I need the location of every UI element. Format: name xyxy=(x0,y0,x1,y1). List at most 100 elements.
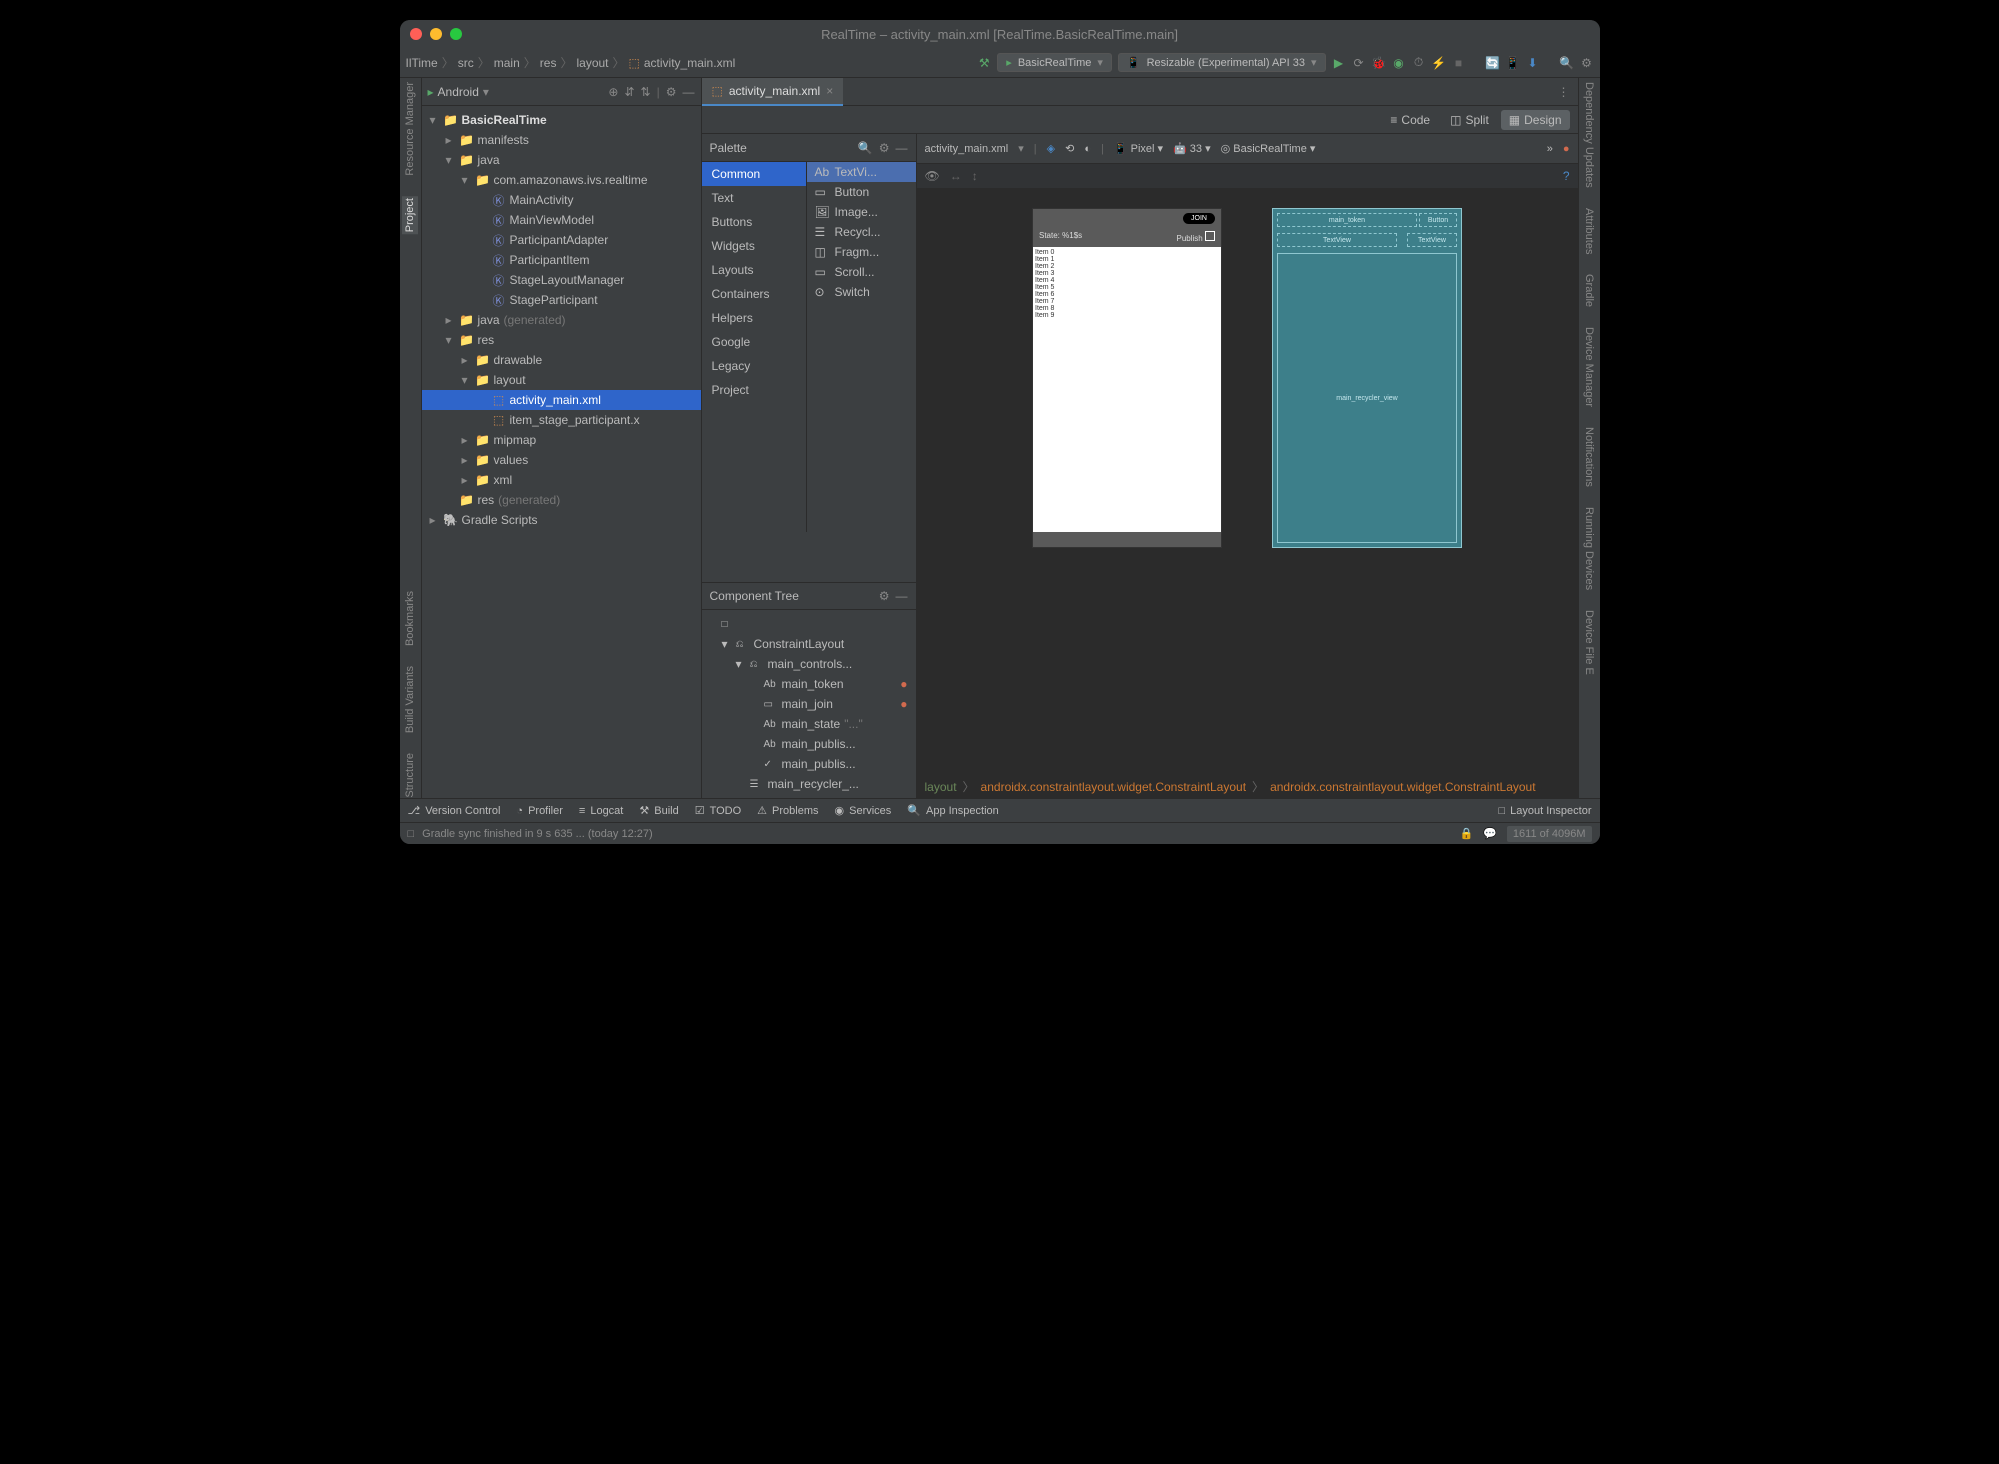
notification-icon[interactable]: 💬 xyxy=(1483,827,1497,840)
component-tree-row[interactable]: Abmain_publis... xyxy=(702,734,916,754)
lock-icon[interactable]: 🔒 xyxy=(1460,827,1474,840)
palette-category[interactable]: Common xyxy=(702,162,806,186)
tree-row[interactable]: ⓀStageLayoutManager xyxy=(422,270,701,290)
palette-category[interactable]: Project xyxy=(702,378,806,402)
component-tree-row[interactable]: ☰main_recycler_... xyxy=(702,774,916,794)
breadcrumb-project[interactable]: IlTime xyxy=(406,56,438,70)
attach-icon[interactable]: ⚡ xyxy=(1432,56,1446,70)
palette-item[interactable]: ⊙Switch xyxy=(807,282,916,302)
tree-row[interactable]: ⓀStageParticipant xyxy=(422,290,701,310)
profiler-tab[interactable]: ◔Profiler xyxy=(516,805,563,817)
apply-changes-icon[interactable]: ⟳ xyxy=(1352,56,1366,70)
palette-search-icon[interactable]: 🔍 xyxy=(858,141,873,155)
palette-category[interactable]: Containers xyxy=(702,282,806,306)
version-control-tab[interactable]: ⎇Version Control xyxy=(408,804,501,817)
palette-category[interactable]: Google xyxy=(702,330,806,354)
component-tree-row[interactable]: ▭main_join● xyxy=(702,694,916,714)
device-selector[interactable]: 📱Resizable (Experimental) API 33▾ xyxy=(1118,53,1326,72)
stop-icon[interactable]: ■ xyxy=(1452,56,1466,70)
sdk-icon[interactable]: ⬇ xyxy=(1526,56,1540,70)
tree-row[interactable]: ▸📁mipmap xyxy=(422,430,701,450)
palette-item[interactable]: ▭Scroll... xyxy=(807,262,916,282)
project-view-selector[interactable]: ▸Android▾ xyxy=(428,85,489,99)
breadcrumb-file[interactable]: activity_main.xml xyxy=(644,56,735,70)
split-mode-button[interactable]: ◫Split xyxy=(1442,110,1497,130)
palette-item[interactable]: 🖼Image... xyxy=(807,202,916,222)
breadcrumb-main[interactable]: main xyxy=(494,56,520,70)
device-manager-tab[interactable]: Device Manager xyxy=(1583,327,1595,407)
magnet-icon[interactable]: ↕ xyxy=(972,169,978,183)
project-tab[interactable]: Project xyxy=(402,196,418,234)
palette-item[interactable]: ☰Recycl... xyxy=(807,222,916,242)
build-variants-tab[interactable]: Build Variants xyxy=(404,666,416,733)
device-type-selector[interactable]: 📱 Pixel ▾ xyxy=(1114,142,1163,155)
more-icon[interactable]: » xyxy=(1547,143,1553,155)
blueprint-preview[interactable]: main_token Button TextView TextView main… xyxy=(1272,208,1462,548)
attributes-tab[interactable]: Attributes xyxy=(1583,208,1595,254)
dependency-updates-tab[interactable]: Dependency Updates xyxy=(1583,82,1595,188)
help-icon[interactable]: ? xyxy=(1563,169,1570,183)
resource-manager-tab[interactable]: Resource Manager xyxy=(404,82,416,176)
logcat-tab[interactable]: ≡Logcat xyxy=(579,805,623,817)
debug-icon[interactable]: 🐞 xyxy=(1372,56,1386,70)
tree-row[interactable]: ⓀParticipantItem xyxy=(422,250,701,270)
layout-inspector-tab[interactable]: □Layout Inspector xyxy=(1499,805,1592,817)
component-tree-row[interactable]: Abmain_state "..." xyxy=(702,714,916,734)
gradle-sync-icon[interactable]: 🔄 xyxy=(1486,56,1500,70)
night-icon[interactable]: ◐ xyxy=(1084,143,1091,155)
search-icon[interactable]: 🔍 xyxy=(1560,56,1574,70)
component-tree-row[interactable]: ▾⎌main_controls... xyxy=(702,654,916,674)
expand-icon[interactable]: ⇵ xyxy=(624,85,634,99)
tree-row[interactable]: ▾📁BasicRealTime xyxy=(422,110,701,130)
code-mode-button[interactable]: ≡Code xyxy=(1382,110,1438,130)
component-tree-row[interactable]: Abmain_token● xyxy=(702,674,916,694)
structure-tab[interactable]: Structure xyxy=(404,753,416,798)
palette-item[interactable]: ▭Button xyxy=(807,182,916,202)
app-inspection-tab[interactable]: 🔍App Inspection xyxy=(907,804,998,817)
tree-row[interactable]: ▸🐘Gradle Scripts xyxy=(422,510,701,530)
error-indicator-icon[interactable]: ● xyxy=(1563,143,1570,155)
target-icon[interactable]: ⊕ xyxy=(608,85,618,99)
design-file-selector[interactable]: activity_main.xml xyxy=(925,143,1009,155)
api-selector[interactable]: 🤖 33 ▾ xyxy=(1173,142,1211,155)
orientation-icon[interactable]: ⟲ xyxy=(1065,142,1074,155)
component-tree-row[interactable]: ▾⎌ConstraintLayout xyxy=(702,634,916,654)
close-tab-icon[interactable]: × xyxy=(826,84,833,98)
device-preview[interactable]: JOIN State: %1$s Publish Item 0Item 1Ite… xyxy=(1032,208,1222,548)
component-tree-row[interactable]: ✓main_publis... xyxy=(702,754,916,774)
bc-layout[interactable]: layout xyxy=(925,780,957,794)
tree-row[interactable]: ▸📁drawable xyxy=(422,350,701,370)
palette-category[interactable]: Layouts xyxy=(702,258,806,282)
breadcrumb-layout[interactable]: layout xyxy=(576,56,608,70)
tree-row[interactable]: ⬚activity_main.xml xyxy=(422,390,701,410)
todo-tab[interactable]: ☑TODO xyxy=(695,804,741,817)
palette-item[interactable]: AbTextVi... xyxy=(807,162,916,182)
bookmarks-tab[interactable]: Bookmarks xyxy=(404,591,416,646)
memory-indicator[interactable]: 1611 of 4096M xyxy=(1507,826,1592,842)
tree-row[interactable]: ▾📁java xyxy=(422,150,701,170)
bc-constraint2[interactable]: androidx.constraintlayout.widget.Constra… xyxy=(1270,780,1536,794)
tree-row[interactable]: ▾📁layout xyxy=(422,370,701,390)
editor-tab[interactable]: ⬚ activity_main.xml × xyxy=(702,78,844,106)
comptree-hide-icon[interactable]: — xyxy=(896,589,908,603)
avd-icon[interactable]: 📱 xyxy=(1506,56,1520,70)
palette-category[interactable]: Legacy xyxy=(702,354,806,378)
component-tree-row[interactable]: □ xyxy=(702,614,916,634)
tree-row[interactable]: ⬚item_stage_participant.x xyxy=(422,410,701,430)
tree-row[interactable]: ⓀMainViewModel xyxy=(422,210,701,230)
palette-category[interactable]: Text xyxy=(702,186,806,210)
comptree-gear-icon[interactable]: ⚙ xyxy=(879,589,890,603)
device-file-tab[interactable]: Device File E xyxy=(1583,610,1595,675)
settings-icon[interactable]: ⚙ xyxy=(666,85,677,99)
build-tab[interactable]: ⚒Build xyxy=(639,804,678,817)
theme-selector[interactable]: ◎ BasicRealTime ▾ xyxy=(1221,142,1316,155)
gradle-tab[interactable]: Gradle xyxy=(1583,274,1595,307)
run-config-selector[interactable]: ▸BasicRealTime▾ xyxy=(997,53,1112,72)
palette-category[interactable]: Helpers xyxy=(702,306,806,330)
palette-gear-icon[interactable]: ⚙ xyxy=(879,141,890,155)
tree-row[interactable]: ▸📁xml xyxy=(422,470,701,490)
breadcrumb-src[interactable]: src xyxy=(458,56,474,70)
surface-icon[interactable]: ◈ xyxy=(1047,142,1055,155)
design-mode-button[interactable]: ▦Design xyxy=(1501,110,1570,130)
tree-row[interactable]: ▸📁java (generated) xyxy=(422,310,701,330)
